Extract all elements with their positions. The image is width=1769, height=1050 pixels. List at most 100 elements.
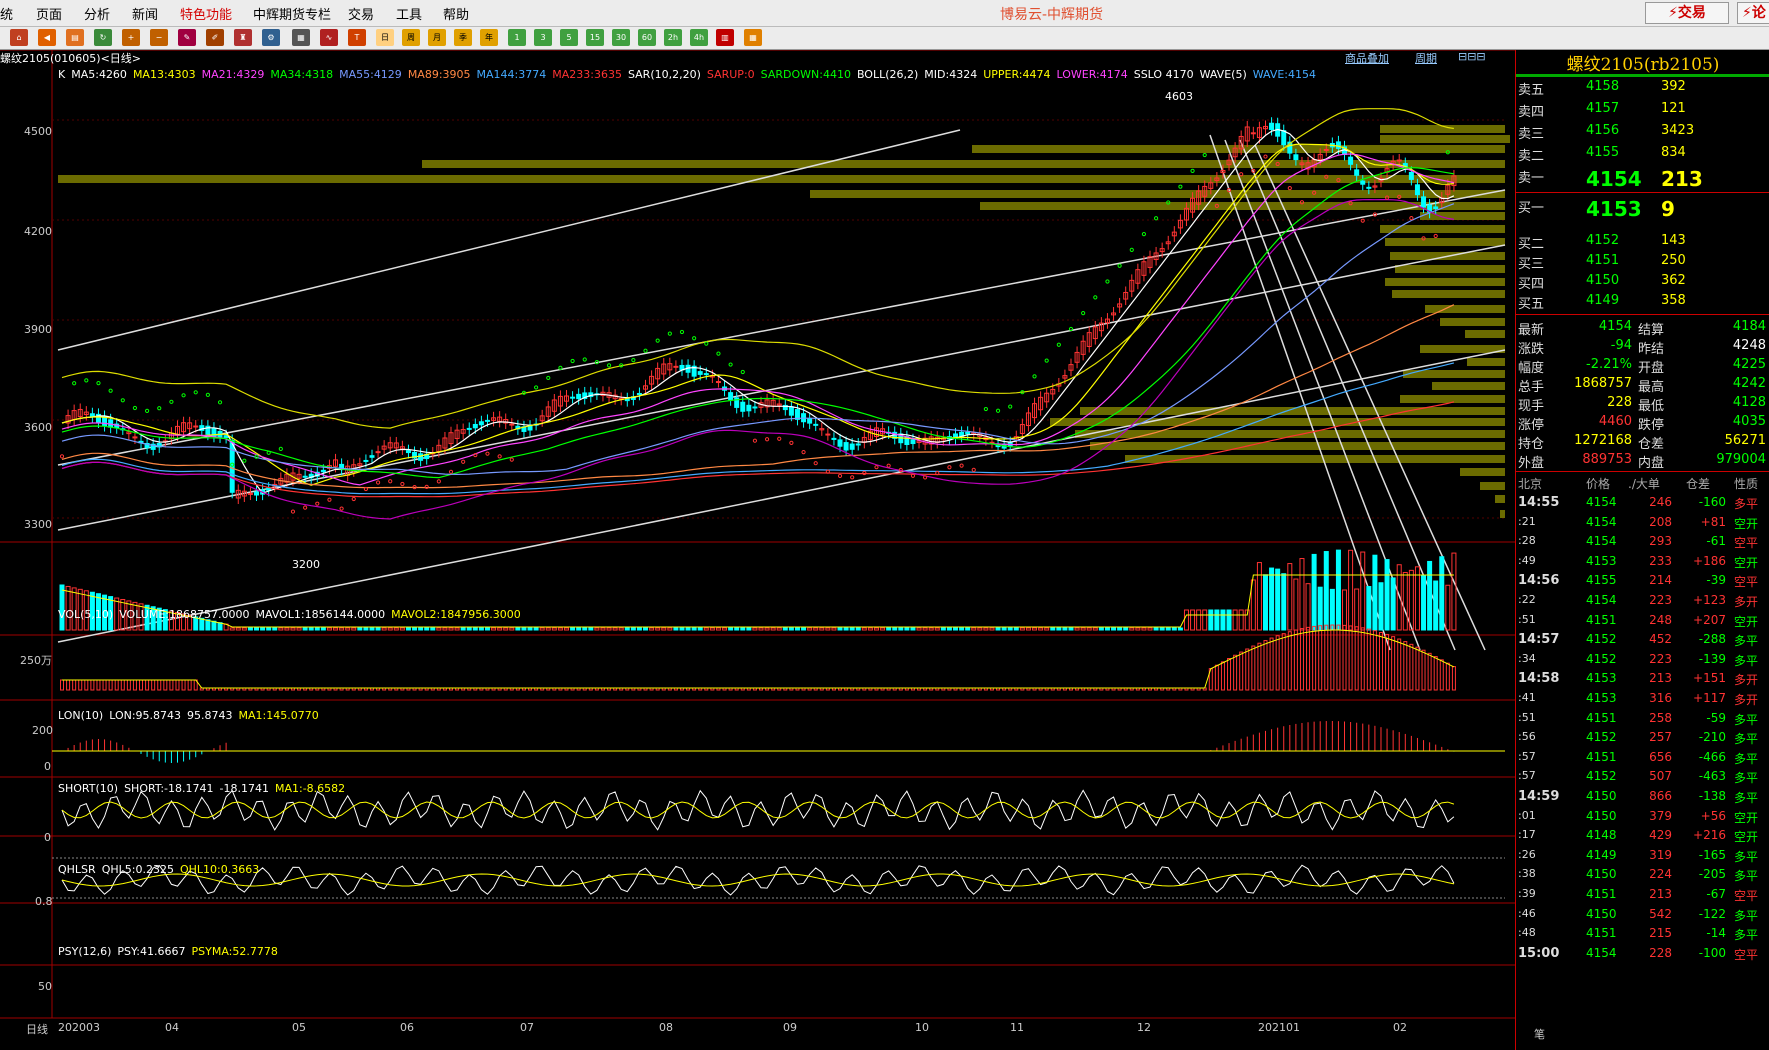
period-month-button[interactable]: 月: [428, 29, 446, 46]
add-product-link[interactable]: 商品叠加: [1345, 50, 1389, 66]
tick-row[interactable]: :34 4152 223 -139 多平: [1516, 651, 1769, 671]
volume-bar: [1147, 627, 1153, 631]
tick-row[interactable]: :28 4154 293 -61 空平: [1516, 533, 1769, 553]
trade-button[interactable]: ⚡交易: [1645, 2, 1729, 24]
table-icon[interactable]: ▦: [292, 29, 310, 46]
lon-bar: [1451, 666, 1456, 691]
volume-bar: [442, 627, 448, 631]
bid-row[interactable]: 买五 4149 358: [1516, 292, 1769, 312]
ticks-tab[interactable]: 笔: [1534, 1026, 1545, 1042]
tick-row[interactable]: :56 4152 257 -210 多平: [1516, 729, 1769, 749]
tick-row[interactable]: :41 4153 316 +117 多开: [1516, 690, 1769, 710]
tick-row[interactable]: 15:00 4154 228 -100 空平: [1516, 945, 1769, 965]
bid-row[interactable]: 买二 4152 143: [1516, 232, 1769, 252]
tick-row[interactable]: :57 4152 507 -463 多平: [1516, 768, 1769, 788]
forum-button[interactable]: ⚡论: [1737, 2, 1769, 24]
volume-bar: [1360, 551, 1366, 631]
tick-row[interactable]: 14:57 4152 452 -288 多平: [1516, 631, 1769, 651]
volume-bar: [758, 627, 764, 631]
ask-row[interactable]: 卖三 4156 3423: [1516, 122, 1769, 142]
ask-row[interactable]: 卖一 4154 213: [1516, 166, 1769, 191]
tick-row[interactable]: 14:55 4154 246 -160 多平: [1516, 494, 1769, 514]
sar-dot: [266, 450, 271, 455]
period-day-button[interactable]: 日: [376, 29, 394, 46]
tick-row[interactable]: :51 4151 258 -59 多平: [1516, 710, 1769, 730]
period-year-button[interactable]: 年: [480, 29, 498, 46]
menu-analysis[interactable]: 分析: [84, 4, 110, 23]
volume-bar: [898, 627, 904, 631]
period-5m-button[interactable]: 5: [560, 29, 578, 46]
period-30m-button[interactable]: 30: [612, 29, 630, 46]
lon-legend: LON(10) LON:95.8743 95.8743 MA1:145.0770: [58, 709, 325, 722]
period-4h-button[interactable]: 4h: [690, 29, 708, 46]
period-2h-button[interactable]: 2h: [664, 29, 682, 46]
ask-row[interactable]: 卖四 4157 121: [1516, 100, 1769, 120]
draw-icon[interactable]: ✐: [206, 29, 224, 46]
zoom-in-icon[interactable]: +: [122, 29, 140, 46]
ask-row[interactable]: 卖二 4155 834: [1516, 144, 1769, 164]
tick-row[interactable]: :17 4148 429 +216 空开: [1516, 827, 1769, 847]
kline-chart[interactable]: 螺纹2105(010605)<日线> 商品叠加 周期 ⊟⊟⊟ K MA5:4260…: [0, 50, 1515, 1050]
volume-bar: [776, 627, 782, 631]
period-15m-button[interactable]: 15: [586, 29, 604, 46]
volume-bar: [1111, 627, 1117, 631]
trend-line: [1224, 139, 1421, 651]
period-week-button[interactable]: 周: [402, 29, 420, 46]
period-1m-button[interactable]: 1: [508, 29, 526, 46]
vol-tick: 250万: [20, 654, 52, 667]
tick-row[interactable]: :51 4151 248 +207 空开: [1516, 612, 1769, 632]
tick-row[interactable]: :46 4150 542 -122 多平: [1516, 906, 1769, 926]
stat-label: 开盘: [1638, 361, 1665, 376]
menu-help[interactable]: 帮助: [443, 4, 469, 23]
ask-price: 4157: [1586, 101, 1620, 116]
menu-news[interactable]: 新闻: [132, 4, 158, 23]
volume-profile-bar: [1500, 510, 1505, 518]
tick-row[interactable]: :22 4154 223 +123 多开: [1516, 592, 1769, 612]
bid-row[interactable]: 买三 4151 250: [1516, 252, 1769, 272]
cup-icon[interactable]: ♜: [234, 29, 252, 46]
tick-row[interactable]: :26 4149 319 -165 多平: [1516, 847, 1769, 867]
home-icon[interactable]: ⌂: [10, 29, 28, 46]
brush-icon[interactable]: ✎: [178, 29, 196, 46]
tick-row[interactable]: :49 4153 233 +186 空开: [1516, 553, 1769, 573]
tick-row[interactable]: 14:56 4155 214 -39 空平: [1516, 572, 1769, 592]
sar-dot: [606, 363, 612, 368]
menu-tools[interactable]: 工具: [396, 4, 422, 23]
tick-row[interactable]: 14:59 4150 866 -138 多平: [1516, 788, 1769, 808]
tick-row[interactable]: :21 4154 208 +81 空开: [1516, 514, 1769, 534]
tick-row[interactable]: :01 4150 379 +56 空开: [1516, 808, 1769, 828]
period-3m-button[interactable]: 3: [534, 29, 552, 46]
bid-row[interactable]: 买四 4150 362: [1516, 272, 1769, 292]
tick-row[interactable]: :38 4150 224 -205 多平: [1516, 866, 1769, 886]
period-link[interactable]: 周期: [1415, 50, 1437, 66]
custom-period-icon[interactable]: ▥: [716, 29, 734, 46]
folder-icon[interactable]: ▤: [66, 29, 84, 46]
period-60m-button[interactable]: 60: [638, 29, 656, 46]
refresh-icon[interactable]: ↻: [94, 29, 112, 46]
volume-bar: [1335, 549, 1341, 631]
tick-row[interactable]: 14:58 4153 213 +151 多开: [1516, 670, 1769, 690]
lon-bar: [1287, 631, 1292, 691]
candle-body: [418, 453, 424, 461]
tick-icon[interactable]: T: [348, 29, 366, 46]
bid-row[interactable]: 买一 4153 9: [1516, 196, 1769, 221]
period-quarter-button[interactable]: 季: [454, 29, 472, 46]
tick-row[interactable]: :48 4151 215 -14 多平: [1516, 925, 1769, 945]
calendar-icon[interactable]: ▦: [744, 29, 762, 46]
zoom-out-icon[interactable]: −: [150, 29, 168, 46]
tick-row[interactable]: :39 4151 213 -67 空平: [1516, 886, 1769, 906]
sar-dot: [400, 481, 405, 487]
back-icon[interactable]: ◀: [38, 29, 56, 46]
ask-row[interactable]: 卖五 4158 392: [1516, 78, 1769, 98]
window-buttons-icon[interactable]: ⊟⊟⊟: [1458, 50, 1486, 63]
line-chart-icon[interactable]: ∿: [320, 29, 338, 46]
menu-column[interactable]: 中辉期货专栏: [253, 4, 331, 23]
short-tick: 0: [44, 831, 51, 844]
menu-features[interactable]: 特色功能: [180, 4, 232, 23]
menu-system[interactable]: 统: [0, 4, 13, 23]
settings-icon[interactable]: ⚙: [262, 29, 280, 46]
tick-row[interactable]: :57 4151 656 -466 多平: [1516, 749, 1769, 769]
menu-trade[interactable]: 交易: [348, 4, 374, 23]
legend-item: SARUP:0: [706, 68, 755, 81]
menu-page[interactable]: 页面: [36, 4, 62, 23]
